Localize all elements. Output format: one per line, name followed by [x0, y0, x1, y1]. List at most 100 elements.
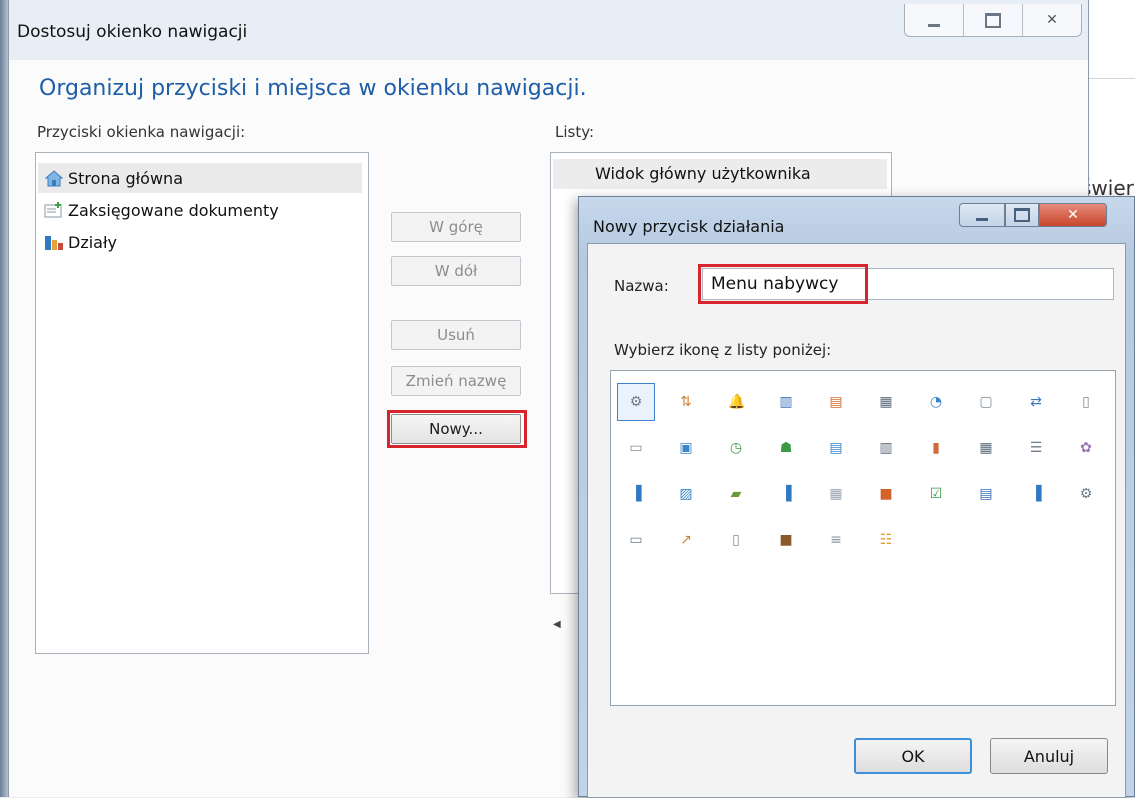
bell-icon: 🔔 [728, 394, 746, 410]
maximize-button[interactable] [964, 4, 1023, 36]
nav-item-posted-documents[interactable]: Zaksięgowane dokumenty [38, 195, 362, 225]
form-icon: ▤ [829, 394, 843, 410]
nav-buttons-list[interactable]: Strona główna Zaksięgowane dokumenty Dzi… [35, 152, 369, 654]
nav-item-home[interactable]: Strona główna [38, 163, 362, 193]
blue-bars-icon: ▐ [1030, 486, 1042, 502]
sub-minimize-button[interactable] [959, 203, 1005, 227]
move-up-button[interactable]: W górę [391, 212, 521, 242]
icon-option[interactable]: ✿ [1067, 429, 1105, 467]
nav-item-departments[interactable]: Działy [38, 227, 362, 257]
icon-option[interactable]: ▥ [767, 383, 805, 421]
icon-option[interactable]: ▦ [967, 429, 1005, 467]
chart-search-icon: ▥ [779, 394, 793, 410]
bar-chart-icon: ▐ [630, 486, 642, 502]
icon-option[interactable]: ▣ [667, 429, 705, 467]
icon-option[interactable]: ◔ [917, 383, 955, 421]
icon-option[interactable]: ▤ [817, 429, 855, 467]
close-icon: ✕ [1046, 12, 1058, 28]
picture-icon: ▨ [679, 486, 693, 502]
icon-option[interactable]: ↗ [667, 521, 705, 559]
icon-option[interactable]: ⚙ [1067, 475, 1105, 513]
nav-item-label: Działy [68, 232, 117, 252]
icon-option[interactable]: ▐ [767, 475, 805, 513]
sub-close-button[interactable]: ✕ [1039, 203, 1107, 227]
scroll-left-icon[interactable]: ◀ [553, 619, 561, 630]
calculator-icon: ▦ [879, 394, 893, 410]
icon-option[interactable]: ▭ [617, 521, 655, 559]
tab-icon: ▭ [629, 532, 643, 548]
icon-option[interactable]: ▨ [667, 475, 705, 513]
icon-option[interactable]: ⇄ [1017, 383, 1055, 421]
calendar-icon: ▤ [979, 486, 993, 502]
icon-option[interactable]: ▯ [1067, 383, 1105, 421]
close-button[interactable]: ✕ [1023, 4, 1081, 36]
dialog-title-bar: Dostosuj okienko nawigacji ✕ [9, 0, 1088, 60]
name-input[interactable] [702, 268, 1114, 300]
maximize-icon [985, 12, 1001, 28]
ok-button[interactable]: OK [854, 738, 972, 774]
list-icon: ☰ [1029, 440, 1043, 456]
columns-icon: ▮ [932, 440, 940, 456]
minimize-button[interactable] [905, 4, 964, 36]
icon-option[interactable]: ▢ [967, 383, 1005, 421]
window-controls: ✕ [904, 4, 1082, 37]
icon-option[interactable]: ▭ [617, 429, 655, 467]
icon-option[interactable]: ▤ [967, 475, 1005, 513]
list-item[interactable]: Widok główny użytkownika [553, 159, 887, 189]
name-label: Nazwa: [614, 277, 669, 295]
sub-window-controls: ✕ [959, 203, 1117, 227]
history-icon: ◷ [729, 440, 743, 456]
minimize-icon [976, 218, 988, 221]
icon-option[interactable]: ☷ [867, 521, 905, 559]
icon-option[interactable]: ▦ [817, 475, 855, 513]
icon-option[interactable]: 🔔 [717, 383, 755, 421]
cancel-button[interactable]: Anuluj [990, 738, 1108, 774]
icon-option[interactable]: ▐ [1017, 475, 1055, 513]
remove-button[interactable]: Usuń [391, 320, 521, 350]
sub-maximize-button[interactable] [1005, 203, 1039, 227]
departments-icon [44, 233, 64, 251]
icon-option[interactable]: ▯ [717, 521, 755, 559]
icon-option[interactable]: ⇅ [667, 383, 705, 421]
flow-icon: ⇄ [1030, 394, 1042, 410]
icon-option[interactable]: ☑ [917, 475, 955, 513]
note-icon: ▣ [679, 440, 693, 456]
sort-icon: ⇅ [680, 394, 692, 410]
dialog-heading: Organizuj przyciski i miejsca w okienku … [39, 76, 587, 101]
icon-option[interactable]: ▥ [867, 429, 905, 467]
minimize-icon [928, 23, 940, 27]
bar-chart-up-icon: ▐ [780, 486, 792, 502]
rename-button[interactable]: Zmień nazwę [391, 366, 521, 396]
icon-option[interactable]: ■ [767, 521, 805, 559]
new-button-highlight [387, 410, 527, 448]
icon-option[interactable]: ▦ [867, 383, 905, 421]
icon-option[interactable]: ■ [867, 475, 905, 513]
cycle-icon: ◔ [929, 394, 943, 410]
people-icon: ☗ [779, 440, 793, 456]
document-arrow-icon: ▢ [979, 394, 993, 410]
icon-option[interactable]: ▰ [717, 475, 755, 513]
page-arrow-icon: ▯ [1082, 394, 1090, 410]
lists-label: Listy: [555, 123, 595, 141]
icon-option[interactable]: ▐ [617, 475, 655, 513]
background-divider [1087, 78, 1135, 79]
grid-icon: ▦ [829, 486, 843, 502]
sub-dialog-title: Nowy przycisk działania [593, 217, 785, 236]
icon-option[interactable]: ≡ [817, 521, 855, 559]
nav-buttons-label: Przyciski okienka nawigacji: [37, 123, 246, 141]
nav-item-label: Zaksięgowane dokumenty [68, 200, 279, 220]
move-down-button[interactable]: W dół [391, 256, 521, 286]
icon-option[interactable]: ⚙ [617, 383, 655, 421]
ledger-icon: ▥ [879, 440, 893, 456]
icon-option[interactable]: ☗ [767, 429, 805, 467]
icon-picker[interactable]: ⚙ ⇅ 🔔 ▥ ▤ ▦ ◔ ▢ ⇄ ▯ ▭ ▣ ◷ ☗ ▤ ▥ ▮ ▦ ☰ ✿ ▐ ▨ ▰ ▐ ▦ ■ ☑ ▤ ▐ ⚙ ▭ ↗ ▯ ■ ≡ ☷ [610, 370, 1116, 706]
nav-item-label: Strona główna [68, 168, 183, 188]
icon-option[interactable]: ▤ [817, 383, 855, 421]
icon-option[interactable]: ☰ [1017, 429, 1055, 467]
icon-option[interactable]: ▮ [917, 429, 955, 467]
gears-small-icon: ⚙ [1079, 486, 1093, 502]
icon-option[interactable]: ◷ [717, 429, 755, 467]
table-icon: ▦ [979, 440, 993, 456]
purple-flower-icon: ✿ [1080, 440, 1092, 456]
report-icon: ▤ [829, 440, 843, 456]
